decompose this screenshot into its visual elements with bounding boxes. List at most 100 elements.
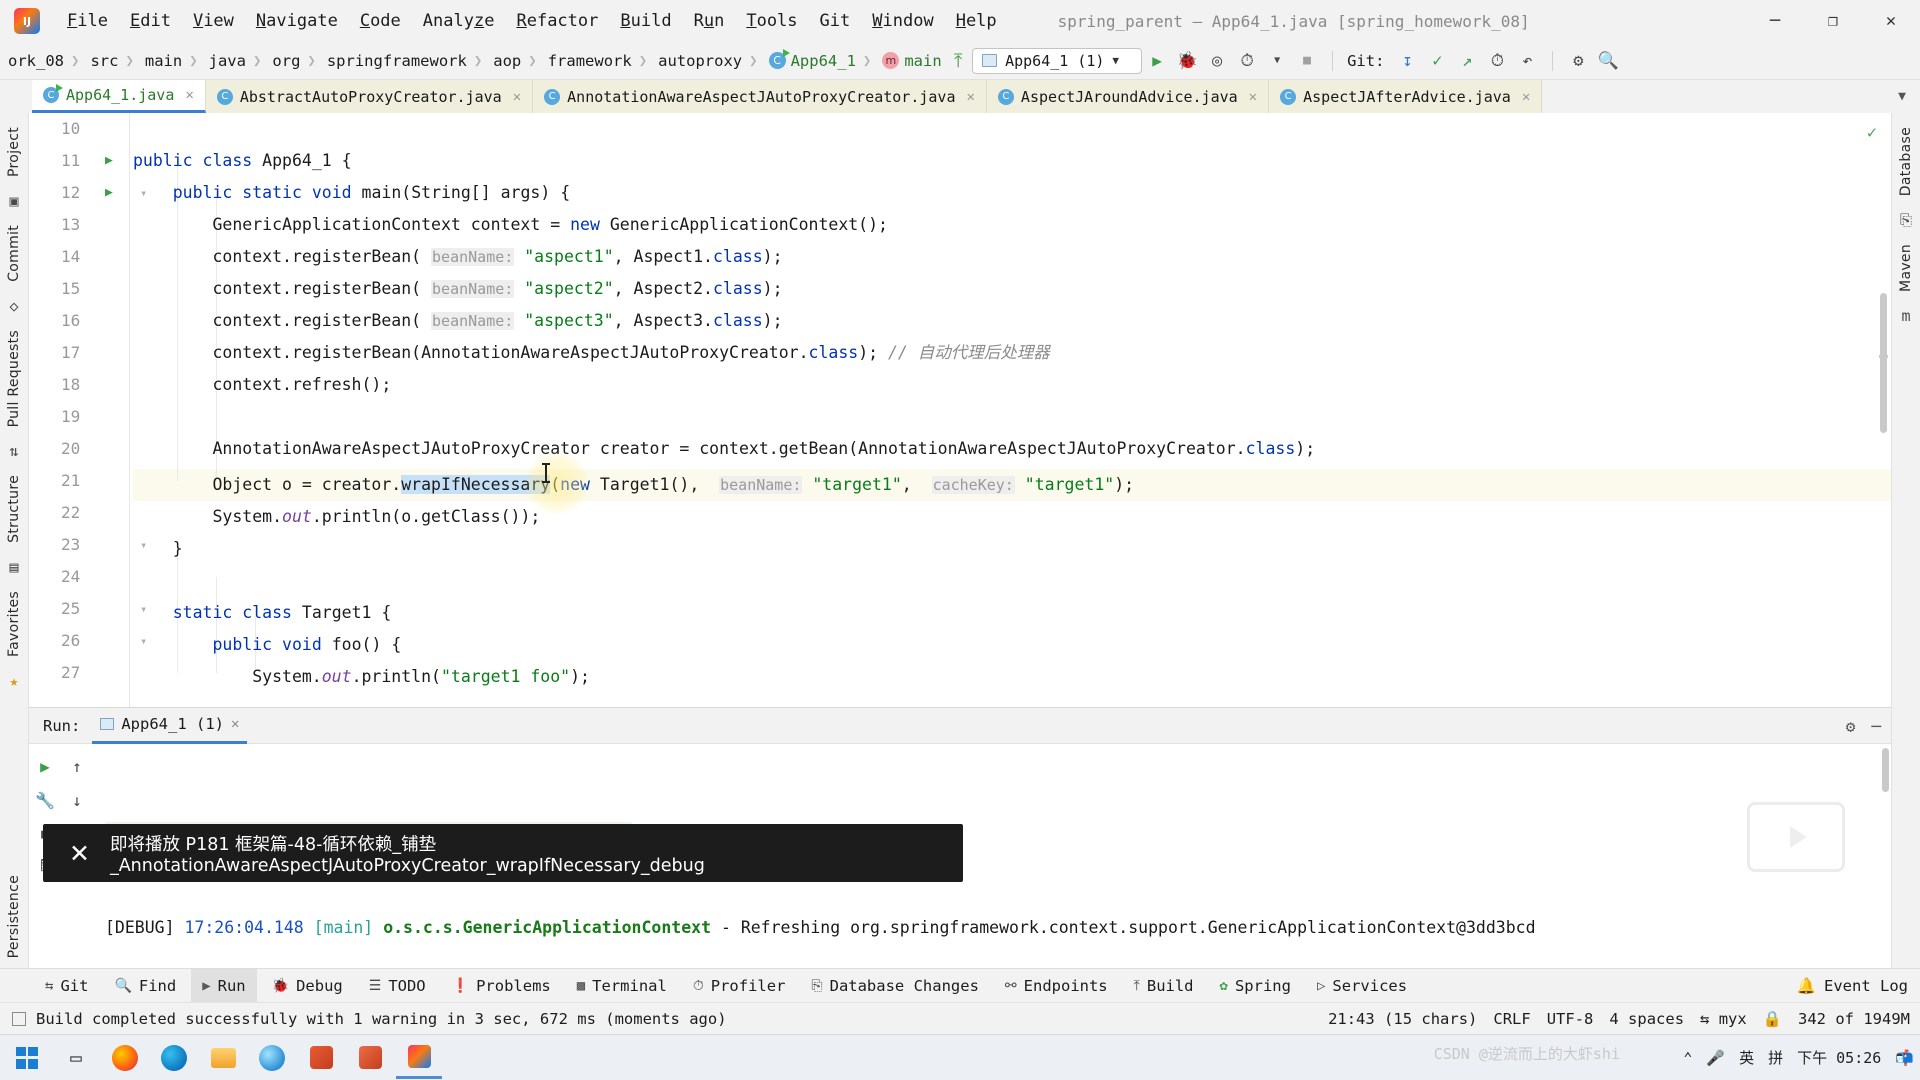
- breadcrumb-2[interactable]: main ❯: [143, 52, 207, 70]
- editor-tab-0[interactable]: C App64_1.java ✕: [32, 80, 206, 113]
- menu-navigate[interactable]: Navigate: [245, 7, 349, 35]
- run-button[interactable]: ▶: [1142, 48, 1172, 74]
- run-configuration-selector[interactable]: App64_1 (1) ▼: [972, 47, 1143, 74]
- code-text-area[interactable]: public class App64_1 { public static voi…: [133, 113, 1891, 707]
- sidebar-item-pull-requests[interactable]: Pull Requests: [1, 320, 27, 437]
- gutter-line-18[interactable]: 18: [29, 369, 133, 401]
- scroll-down-icon[interactable]: ↓: [62, 785, 92, 815]
- menu-git[interactable]: Git: [809, 7, 862, 35]
- git-push-icon[interactable]: ↗: [1452, 48, 1482, 74]
- tool-window-build[interactable]: ⤒ Build: [1123, 969, 1205, 1003]
- gutter-line-19[interactable]: 19: [29, 401, 133, 433]
- tool-window-git[interactable]: ⇆ Git: [34, 969, 99, 1003]
- inspection-ok-icon[interactable]: ✓: [1867, 123, 1877, 143]
- tool-window-profiler[interactable]: ⏱ Profiler: [682, 969, 797, 1003]
- code-editor[interactable]: 10 11 ▶ 12 ▶ ▾ 13 14 15 16 17 18 19 20 21 22 23 ▾ 24 25 ▾ 26 ▾…: [29, 113, 1891, 707]
- tool-window-problems[interactable]: ❗ Problems: [441, 969, 562, 1003]
- sidebar-item-database[interactable]: Database: [1893, 117, 1919, 206]
- sidebar-item-project[interactable]: Project: [1, 117, 27, 187]
- tool-window-database-changes[interactable]: ⎘ Database Changes: [800, 969, 990, 1003]
- editor-tab-3[interactable]: C AspectJAroundAdvice.java ✕: [986, 80, 1270, 113]
- taskbar-app-powerpoint[interactable]: [347, 1037, 393, 1079]
- gutter-line-11[interactable]: 11 ▶: [29, 145, 133, 177]
- tool-window-find[interactable]: 🔍 Find: [103, 969, 187, 1003]
- menu-build[interactable]: Build: [609, 7, 682, 35]
- pull-request-icon[interactable]: ⇅: [9, 437, 18, 465]
- tool-window-services[interactable]: ▷ Services: [1306, 969, 1418, 1003]
- menu-refactor[interactable]: Refactor: [505, 7, 609, 35]
- console-scrollbar[interactable]: [1882, 748, 1889, 792]
- start-button[interactable]: [4, 1037, 50, 1079]
- git-commit-icon[interactable]: ✓: [1422, 48, 1452, 74]
- breadcrumb-method[interactable]: m main: [880, 52, 943, 70]
- run-gutter-icon[interactable]: ▶: [105, 145, 113, 177]
- notification-icon[interactable]: 📬: [1895, 1049, 1914, 1067]
- taskbar-app-search[interactable]: [249, 1037, 295, 1079]
- gutter-line-12[interactable]: 12 ▶ ▾: [29, 177, 147, 209]
- menu-window[interactable]: Window: [861, 7, 944, 35]
- toast-notification[interactable]: ✕ 即将播放 P181 框架篇-48-循环依赖_铺垫_AnnotationAwa…: [43, 824, 963, 882]
- task-view-button[interactable]: ▭: [53, 1037, 99, 1079]
- tool-window-terminal[interactable]: ▩ Terminal: [566, 969, 678, 1003]
- breadcrumb-7[interactable]: framework ❯: [546, 52, 656, 70]
- tab-close-icon[interactable]: ✕: [1522, 89, 1530, 105]
- sidebar-item-commit[interactable]: Commit: [1, 215, 27, 292]
- mic-icon[interactable]: 🎤: [1706, 1049, 1725, 1067]
- close-button[interactable]: ✕: [1862, 0, 1920, 42]
- git-history-icon[interactable]: ⏱: [1482, 48, 1512, 74]
- gutter-line-25[interactable]: 25 ▾: [29, 593, 147, 625]
- indent-setting[interactable]: 4 spaces: [1609, 1010, 1684, 1028]
- breadcrumb-1[interactable]: src ❯: [88, 52, 142, 70]
- sidebar-item-favorites[interactable]: Favorites: [1, 581, 27, 667]
- structure-icon[interactable]: ▤: [9, 553, 18, 581]
- git-branch-status[interactable]: ⇆ myx: [1700, 1010, 1747, 1028]
- line-separator[interactable]: CRLF: [1493, 1010, 1530, 1028]
- run-session-close-icon[interactable]: ✕: [231, 716, 239, 732]
- breadcrumb-3[interactable]: java ❯: [207, 52, 271, 70]
- breadcrumb-0[interactable]: ork_08 ❯: [6, 52, 88, 70]
- favorites-star-icon[interactable]: ★: [9, 667, 18, 695]
- ime-mode[interactable]: 拼: [1768, 1047, 1783, 1068]
- maven-icon[interactable]: m: [1901, 302, 1910, 330]
- build-hammer-icon[interactable]: ⤒: [954, 50, 962, 72]
- run-settings-gear-icon[interactable]: ⚙: [1846, 717, 1856, 736]
- gutter-line-16[interactable]: 16: [29, 305, 133, 337]
- minimize-button[interactable]: ─: [1746, 0, 1804, 42]
- profile-button[interactable]: ⏱: [1232, 48, 1262, 74]
- taskbar-app-explorer[interactable]: [200, 1037, 246, 1079]
- tab-close-icon[interactable]: ✕: [185, 87, 193, 103]
- menu-edit[interactable]: Edit: [119, 7, 182, 35]
- toast-close-icon[interactable]: ✕: [69, 841, 90, 866]
- tab-close-icon[interactable]: ✕: [1249, 89, 1257, 105]
- database-icon[interactable]: ⎘: [1900, 206, 1912, 234]
- gutter-line-13[interactable]: 13: [29, 209, 133, 241]
- menu-analyze[interactable]: Analyze: [412, 7, 506, 35]
- menu-file[interactable]: File: [56, 7, 119, 35]
- stop-button[interactable]: ■: [1292, 48, 1322, 74]
- editor-vertical-scrollbar[interactable]: [1880, 293, 1887, 433]
- taskbar-app-intellij[interactable]: [396, 1037, 442, 1079]
- tool-window-spring[interactable]: ✿ Spring: [1209, 969, 1302, 1003]
- breadcrumb-6[interactable]: aop ❯: [491, 52, 545, 70]
- git-rollback-icon[interactable]: ↶: [1512, 48, 1542, 74]
- tool-window-todo[interactable]: ☰ TODO: [358, 969, 437, 1003]
- caret-position[interactable]: 21:43 (15 chars): [1328, 1010, 1477, 1028]
- gutter-line-15[interactable]: 15: [29, 273, 133, 305]
- gutter-line-10[interactable]: 10: [29, 113, 133, 145]
- ime-language[interactable]: 英: [1739, 1047, 1754, 1068]
- gutter-line-24[interactable]: 24: [29, 561, 133, 593]
- maximize-button[interactable]: ❐: [1804, 0, 1862, 42]
- tool-window-endpoints[interactable]: ⚯ Endpoints: [994, 969, 1119, 1003]
- tool-window-run[interactable]: ▶ Run: [191, 968, 257, 1003]
- gutter-line-21[interactable]: 21: [29, 465, 133, 497]
- menu-tools[interactable]: Tools: [735, 7, 808, 35]
- sidebar-item-maven[interactable]: Maven: [1893, 234, 1919, 302]
- breadcrumb-5[interactable]: springframework ❯: [325, 52, 491, 70]
- breadcrumb-4[interactable]: org ❯: [270, 52, 324, 70]
- sidebar-item-persistence[interactable]: Persistence: [1, 865, 27, 968]
- run-with-coverage-button[interactable]: ◎: [1202, 48, 1232, 74]
- run-minimize-icon[interactable]: ─: [1871, 717, 1881, 736]
- git-update-icon[interactable]: ↧: [1392, 48, 1422, 74]
- lock-icon[interactable]: 🔒: [1763, 1010, 1782, 1028]
- menu-run[interactable]: Run: [683, 7, 736, 35]
